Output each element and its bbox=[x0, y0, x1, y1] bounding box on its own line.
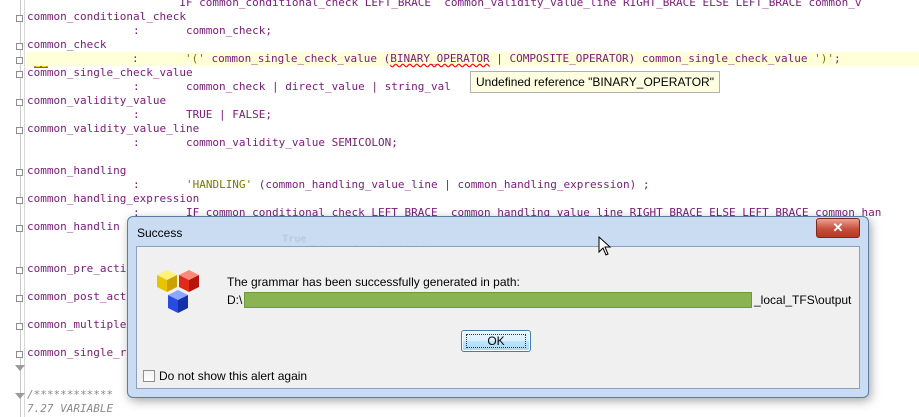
dialog-message: The grammar has been successfully genera… bbox=[227, 275, 520, 289]
code-line[interactable]: common_multiple bbox=[27, 318, 126, 332]
close-icon: ✕ bbox=[832, 220, 844, 235]
code-line[interactable]: : 'HANDLING' (common_handling_value_line… bbox=[27, 178, 650, 192]
fold-collapse-icon[interactable] bbox=[15, 365, 25, 371]
fold-toggle[interactable] bbox=[16, 267, 23, 274]
path-prefix: D:\ bbox=[227, 293, 243, 307]
code-line[interactable]: /************ bbox=[27, 388, 113, 402]
code-token: 'HANDLING' bbox=[185, 178, 253, 191]
code-token: common_validity_value_line bbox=[27, 122, 200, 135]
code-line[interactable]: IF common_conditional_check LEFT_BRACE c… bbox=[27, 0, 861, 10]
code-token: : bbox=[27, 178, 186, 191]
code-token: common_post_act bbox=[27, 290, 127, 303]
focus-ring bbox=[466, 334, 526, 348]
code-line[interactable]: common_check bbox=[27, 38, 106, 52]
code-token: common_check bbox=[27, 38, 107, 51]
ok-button[interactable]: OK bbox=[461, 330, 531, 352]
code-token: : common_validity_value SEMICOLON; bbox=[27, 136, 398, 149]
code-token: common_multiple bbox=[27, 318, 127, 331]
redaction-bar bbox=[244, 292, 752, 308]
code-line[interactable]: common_post_act bbox=[27, 290, 126, 304]
path-suffix: _local_TFS\output bbox=[754, 293, 852, 307]
fold-toggle[interactable] bbox=[16, 71, 23, 78]
code-line[interactable]: common_handlin bbox=[27, 220, 120, 234]
code-token: 7.27 VARIABLE bbox=[27, 402, 114, 415]
code-token: : TRUE | FALSE; bbox=[27, 108, 273, 121]
fold-collapse-icon[interactable] bbox=[15, 393, 25, 399]
dialog-title: Success bbox=[137, 226, 183, 240]
code-token: ')' bbox=[814, 52, 834, 65]
code-line[interactable]: common_validity_value bbox=[27, 94, 166, 108]
code-line[interactable]: : common_check; bbox=[27, 24, 272, 38]
code-token: common_validity_value bbox=[27, 94, 167, 107]
fold-toggle[interactable] bbox=[16, 169, 23, 176]
fold-toggle[interactable] bbox=[16, 295, 23, 302]
code-token: common_handling bbox=[27, 164, 127, 177]
app-cubes-icon bbox=[157, 270, 199, 313]
fold-toggle[interactable] bbox=[16, 43, 23, 50]
code-line[interactable]: : TRUE | FALSE; bbox=[27, 108, 272, 122]
code-token: ; bbox=[834, 52, 841, 65]
code-token: common_pre_acti bbox=[27, 262, 127, 275]
fold-toggle[interactable] bbox=[16, 197, 23, 204]
code-line[interactable]: 7.27 VARIABLE bbox=[27, 402, 113, 416]
code-token: IF common_conditional_check LEFT_BRACE c… bbox=[27, 0, 862, 9]
code-token: '(' bbox=[184, 52, 205, 65]
code-line[interactable]: common_handling bbox=[27, 164, 126, 178]
code-token: common_handlin bbox=[27, 220, 120, 233]
fold-toggle[interactable] bbox=[16, 99, 23, 106]
code-line[interactable]: common_single_r bbox=[27, 346, 126, 360]
fold-toggle[interactable] bbox=[16, 57, 23, 64]
code-line[interactable]: common_handling_expression bbox=[27, 192, 199, 206]
mouse-cursor-icon bbox=[598, 236, 612, 256]
code-token: | COMPOSITE_OPERATOR) common_single_chec… bbox=[489, 52, 815, 65]
code-line[interactable]: common_conditional_check bbox=[27, 10, 186, 24]
code-token: : common_check | direct_value | string_v… bbox=[27, 80, 451, 93]
do-not-show-checkbox[interactable] bbox=[143, 370, 155, 382]
code-line[interactable]: common_validity_value_line bbox=[27, 122, 199, 136]
fold-toggle[interactable] bbox=[16, 351, 23, 358]
do-not-show-label[interactable]: Do not show this alert again bbox=[159, 369, 307, 383]
code-line[interactable]: : common_check | direct_value | string_v… bbox=[27, 80, 451, 94]
error-tooltip: Undefined reference "BINARY_OPERATOR" bbox=[470, 71, 720, 93]
success-dialog: Success True handling_value SEMICOLON; ✕… bbox=[127, 216, 869, 398]
code-token: : common_check; bbox=[27, 24, 273, 37]
close-button[interactable]: ✕ bbox=[816, 218, 860, 238]
editor-gutter bbox=[0, 0, 25, 417]
code-token: common_single_r bbox=[27, 346, 127, 359]
code-token: common_conditional_check bbox=[27, 10, 186, 23]
dialog-body: The grammar has been successfully genera… bbox=[136, 246, 860, 389]
dialog-titlebar[interactable]: Success True handling_value SEMICOLON; ✕ bbox=[128, 217, 868, 256]
code-line[interactable]: common_pre_acti bbox=[27, 262, 126, 276]
code-token: BINARY_OPERATOR bbox=[390, 52, 490, 65]
code-line[interactable]: common_single_check_value bbox=[27, 66, 193, 80]
fold-toggle[interactable] bbox=[16, 225, 23, 232]
fold-toggle[interactable] bbox=[16, 15, 23, 22]
code-token: : bbox=[26, 52, 185, 65]
fold-toggle[interactable] bbox=[16, 323, 23, 330]
code-token: (common_handling_value_line | common_han… bbox=[252, 178, 650, 191]
code-token: common_single_check_value ( bbox=[204, 52, 391, 65]
code-line[interactable]: : common_validity_value SEMICOLON; bbox=[27, 136, 398, 150]
fold-toggle[interactable] bbox=[16, 127, 23, 134]
code-line[interactable]: : '(' common_single_check_value (BINARY_… bbox=[26, 52, 919, 66]
code-token: common_handling_expression bbox=[27, 192, 200, 205]
code-token: common_single_check_value bbox=[27, 66, 193, 79]
code-token: /************ bbox=[27, 388, 114, 401]
